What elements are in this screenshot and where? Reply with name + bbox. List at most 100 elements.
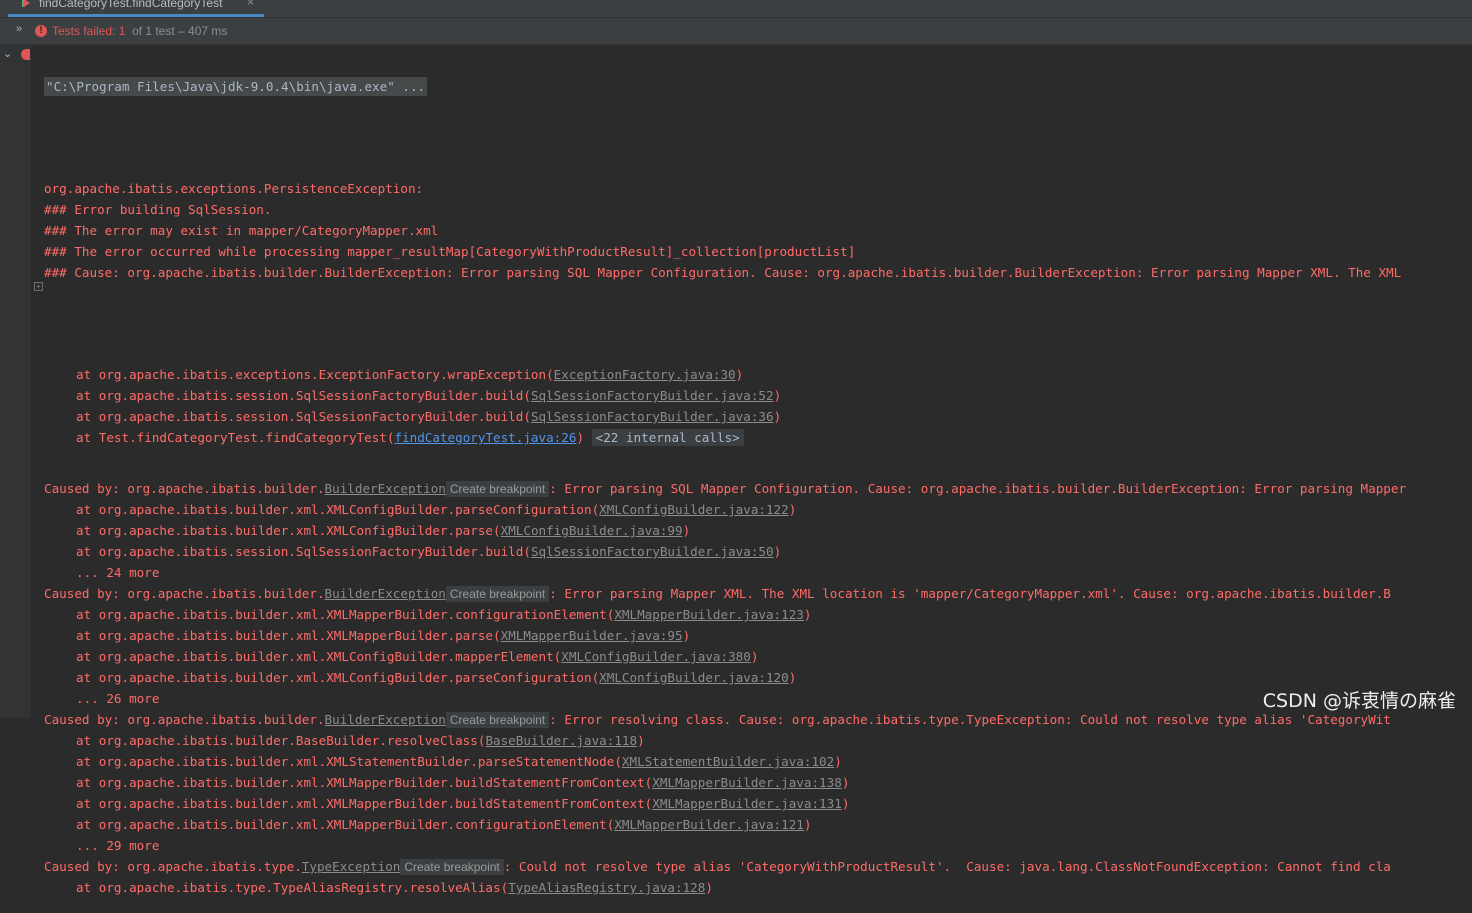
- close-icon[interactable]: ×: [247, 0, 254, 8]
- frame-close: ): [682, 523, 691, 538]
- exception-header: org.apache.ibatis.exceptions.Persistence…: [44, 178, 1472, 283]
- failed-test-icon[interactable]: [21, 49, 30, 60]
- tab-title: findCategoryTest.findCategoryTest: [39, 0, 223, 10]
- exception-line: ### Cause: org.apache.ibatis.builder.Bui…: [44, 265, 1402, 280]
- caused-by-line: Caused by: org.apache.ibatis.builder.Bui…: [44, 478, 1472, 499]
- stack-frame: at org.apache.ibatis.builder.xml.XMLConf…: [44, 667, 1472, 688]
- frame-method: at org.apache.ibatis.builder.xml.XMLConf…: [76, 670, 600, 685]
- frame-method: at org.apache.ibatis.builder.xml.XMLConf…: [76, 649, 562, 664]
- stack-frame: at org.apache.ibatis.builder.xml.XMLMapp…: [44, 772, 1472, 793]
- stack-frame: at org.apache.ibatis.builder.xml.XMLMapp…: [44, 604, 1472, 625]
- frame-close: ): [735, 367, 744, 382]
- csdn-watermark: CSDN @诉衷情の麻雀: [1262, 690, 1456, 712]
- frame-method: at Test.findCategoryTest.findCategoryTes…: [76, 430, 395, 445]
- frame-close: ): [788, 670, 797, 685]
- frame-close: ): [705, 880, 713, 895]
- stack-frame: at Test.findCategoryTest.findCategoryTes…: [44, 427, 1472, 448]
- frame-close: ): [576, 430, 585, 445]
- frame-close: ): [637, 733, 645, 748]
- stack-frame: at org.apache.ibatis.exceptions.Exceptio…: [44, 364, 1472, 385]
- plus-icon[interactable]: +: [34, 282, 43, 291]
- java-command[interactable]: "C:\Program Files\Java\jdk-9.0.4\bin\jav…: [44, 77, 428, 96]
- stack-frame: at org.apache.ibatis.builder.xml.XMLStat…: [44, 751, 1472, 772]
- source-link[interactable]: SqlSessionFactoryBuilder.java:50: [531, 544, 774, 559]
- frame-method: at org.apache.ibatis.builder.xml.XMLMapp…: [76, 628, 501, 643]
- exception-class-link[interactable]: BuilderException: [325, 712, 446, 727]
- caused-by-message: : Error resolving class. Cause: org.apac…: [549, 712, 1391, 727]
- chevron-down-icon[interactable]: ⌄: [3, 47, 12, 60]
- frame-close: ): [773, 544, 782, 559]
- stack-frame: at org.apache.ibatis.builder.xml.XMLConf…: [44, 646, 1472, 667]
- exception-class-link[interactable]: BuilderException: [325, 481, 446, 496]
- frame-method: at org.apache.ibatis.session.SqlSessionF…: [76, 388, 531, 403]
- source-link[interactable]: XMLMapperBuilder.java:138: [652, 775, 842, 790]
- frame-close: ): [841, 796, 850, 811]
- source-link[interactable]: BaseBuilder.java:118: [485, 733, 637, 748]
- frame-close: ): [841, 775, 850, 790]
- command-line: "C:\Program Files\Java\jdk-9.0.4\bin\jav…: [44, 76, 1472, 97]
- source-link[interactable]: ExceptionFactory.java:30: [554, 367, 736, 382]
- exception-line: ### The error may exist in mapper/Catego…: [44, 223, 439, 238]
- caused-by-line: Caused by: org.apache.ibatis.builder.Bui…: [44, 709, 1472, 730]
- caused-by-prefix: Caused by: org.apache.ibatis.type.: [44, 859, 302, 874]
- stack-frame: at org.apache.ibatis.session.SqlSessionF…: [44, 385, 1472, 406]
- create-breakpoint-button[interactable]: Create breakpoint: [445, 481, 550, 497]
- internal-calls-fold[interactable]: <22 internal calls>: [591, 429, 744, 446]
- test-count-detail: of 1 test – 407 ms: [132, 24, 228, 38]
- source-link[interactable]: SqlSessionFactoryBuilder.java:52: [531, 388, 774, 403]
- stack-frame: at org.apache.ibatis.builder.xml.XMLMapp…: [44, 625, 1472, 646]
- double-chevron-icon[interactable]: »: [16, 23, 22, 35]
- frame-close: ): [834, 754, 842, 769]
- caused-by-prefix: Caused by: org.apache.ibatis.builder.: [44, 586, 325, 601]
- source-link[interactable]: XMLStatementBuilder.java:102: [622, 754, 834, 769]
- frame-method: at org.apache.ibatis.builder.xml.XMLMapp…: [76, 607, 615, 622]
- source-link[interactable]: TypeAliasRegistry.java:128: [508, 880, 705, 895]
- stack-frame: at org.apache.ibatis.builder.xml.XMLConf…: [44, 499, 1472, 520]
- stack-frame: at org.apache.ibatis.builder.xml.XMLConf…: [44, 520, 1472, 541]
- caused-by-prefix: Caused by: org.apache.ibatis.builder.: [44, 712, 325, 727]
- caused-by-line: Caused by: org.apache.ibatis.builder.Bui…: [44, 583, 1472, 604]
- caused-by-blocks: Caused by: org.apache.ibatis.builder.Bui…: [44, 478, 1472, 898]
- more-frames: ... 29 more: [76, 838, 160, 853]
- source-link[interactable]: XMLMapperBuilder.java:95: [501, 628, 683, 643]
- create-breakpoint-button[interactable]: Create breakpoint: [400, 859, 504, 875]
- frame-close: ): [750, 649, 759, 664]
- exception-line: ### Error building SqlSession.: [44, 202, 272, 217]
- tests-failed-label: Tests failed: 1: [52, 24, 126, 38]
- more-frames: ... 24 more: [76, 565, 160, 580]
- frame-method: at org.apache.ibatis.builder.xml.XMLConf…: [76, 523, 501, 538]
- stack-frame: at org.apache.ibatis.type.TypeAliasRegis…: [44, 877, 1472, 898]
- caused-by-prefix: Caused by: org.apache.ibatis.builder.: [44, 481, 325, 496]
- frame-close: ): [788, 502, 797, 517]
- frame-close: ): [773, 388, 782, 403]
- caused-by-message: : Error parsing Mapper XML. The XML loca…: [549, 586, 1391, 601]
- console-output[interactable]: "C:\Program Files\Java\jdk-9.0.4\bin\jav…: [44, 46, 1472, 913]
- frame-close: ): [682, 628, 691, 643]
- source-link[interactable]: XMLConfigBuilder.java:122: [599, 502, 789, 517]
- source-link[interactable]: XMLConfigBuilder.java:120: [599, 670, 789, 685]
- run-config-icon: [22, 0, 30, 7]
- stack-frame: at org.apache.ibatis.builder.xml.XMLMapp…: [44, 814, 1472, 835]
- exception-class-link[interactable]: BuilderException: [325, 586, 446, 601]
- source-link[interactable]: XMLMapperBuilder.java:131: [652, 796, 842, 811]
- test-tree-gutter: ⌄: [0, 45, 32, 718]
- source-link[interactable]: XMLMapperBuilder.java:123: [614, 607, 804, 622]
- stack-frame: at org.apache.ibatis.builder.xml.XMLMapp…: [44, 793, 1472, 814]
- stack-frame: at org.apache.ibatis.builder.BaseBuilder…: [44, 730, 1472, 751]
- stack-frame: at org.apache.ibatis.session.SqlSessionF…: [44, 406, 1472, 427]
- exception-class-link[interactable]: TypeException: [302, 859, 401, 874]
- source-link[interactable]: findCategoryTest.java:26: [394, 430, 576, 445]
- create-breakpoint-button[interactable]: Create breakpoint: [445, 712, 550, 728]
- frame-method: at org.apache.ibatis.type.TypeAliasRegis…: [76, 880, 509, 895]
- create-breakpoint-button[interactable]: Create breakpoint: [445, 586, 550, 602]
- source-link[interactable]: XMLConfigBuilder.java:380: [561, 649, 751, 664]
- exception-line: org.apache.ibatis.exceptions.Persistence…: [44, 181, 431, 196]
- stack-trace: at org.apache.ibatis.exceptions.Exceptio…: [44, 364, 1472, 448]
- frame-close: ): [803, 817, 812, 832]
- source-link[interactable]: XMLMapperBuilder.java:121: [614, 817, 804, 832]
- frame-method: at org.apache.ibatis.builder.xml.XMLMapp…: [76, 775, 653, 790]
- source-link[interactable]: XMLConfigBuilder.java:99: [501, 523, 683, 538]
- source-link[interactable]: SqlSessionFactoryBuilder.java:36: [531, 409, 774, 424]
- more-frames: ... 26 more: [76, 691, 160, 706]
